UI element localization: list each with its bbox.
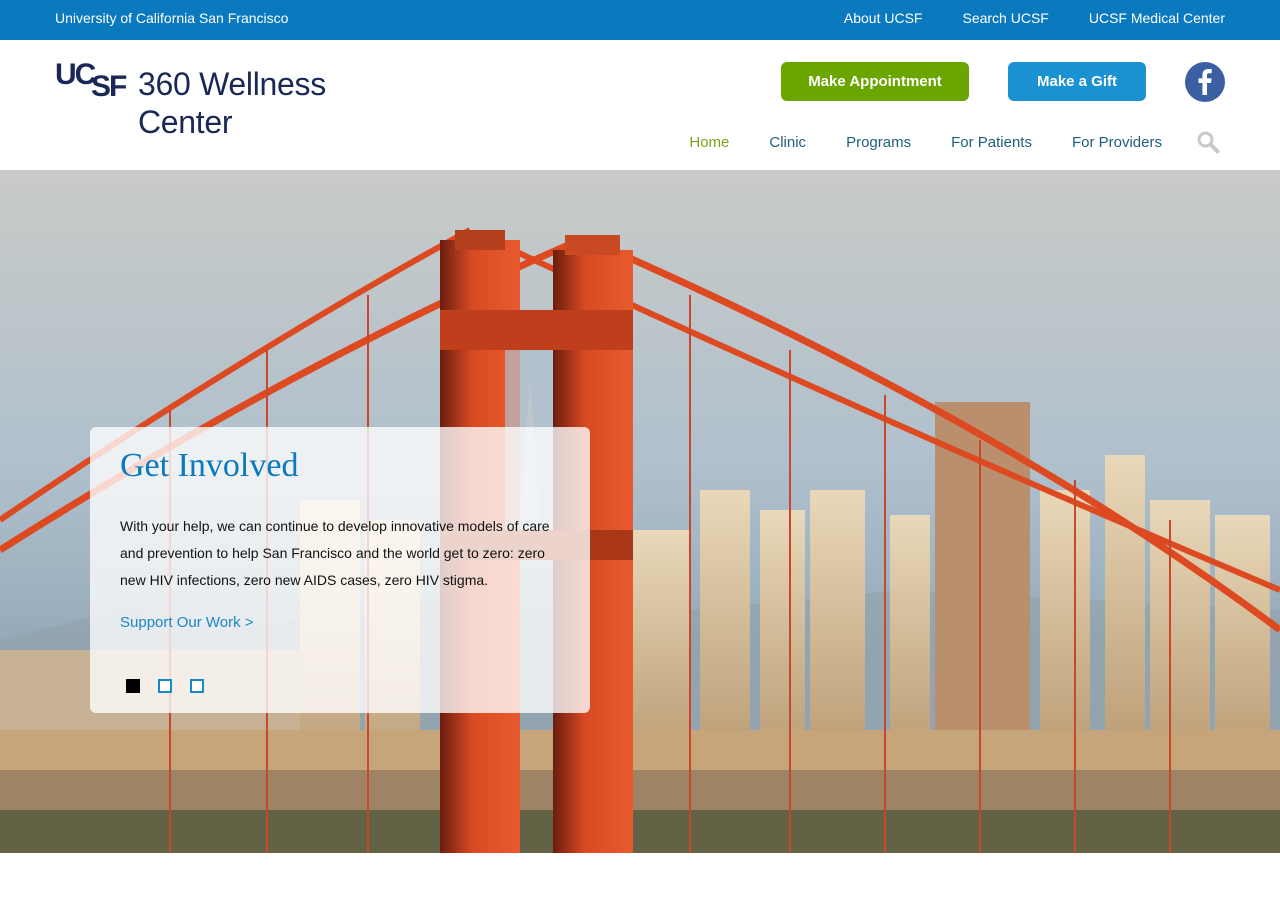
svg-text:UC: UC	[55, 58, 96, 91]
hero-callout: Get Involved With your help, we can cont…	[90, 427, 590, 713]
site-name-line2: Center	[138, 104, 233, 140]
svg-text:SF: SF	[91, 70, 127, 98]
slide-dot-2[interactable]	[158, 679, 172, 693]
slide-dot-3[interactable]	[190, 679, 204, 693]
support-our-work-link[interactable]: Support Our Work >	[120, 614, 254, 631]
university-link[interactable]: University of California San Francisco	[55, 10, 288, 26]
facebook-glyph	[1198, 69, 1212, 95]
site-name: 360 Wellness Center	[138, 65, 326, 141]
slide-dot-1[interactable]	[126, 679, 140, 693]
nav-home[interactable]: Home	[689, 134, 729, 151]
nav-clinic[interactable]: Clinic	[769, 134, 806, 151]
facebook-icon[interactable]	[1185, 62, 1225, 102]
utility-bar: University of California San Francisco A…	[0, 0, 1280, 40]
site-name-line1: 360 Wellness	[138, 66, 326, 102]
hero-title: Get Involved	[120, 447, 299, 484]
medical-center-link[interactable]: UCSF Medical Center	[1089, 10, 1225, 26]
main-nav: Home Clinic Programs For Patients For Pr…	[649, 130, 1220, 154]
make-appointment-button[interactable]: Make Appointment	[781, 62, 969, 101]
about-ucsf-link[interactable]: About UCSF	[844, 10, 923, 26]
ucsf-logo-mark: UC SF	[55, 58, 129, 98]
slider-pager	[126, 679, 204, 693]
site-logo[interactable]: UC SF 360 Wellness Center	[55, 58, 345, 148]
search-ucsf-link[interactable]: Search UCSF	[962, 10, 1048, 26]
hero-body: With your help, we can continue to devel…	[120, 518, 550, 588]
search-icon[interactable]	[1196, 130, 1220, 154]
nav-for-patients[interactable]: For Patients	[951, 134, 1032, 151]
nav-for-providers[interactable]: For Providers	[1072, 134, 1162, 151]
make-a-gift-button[interactable]: Make a Gift	[1008, 62, 1146, 101]
site-header: UC SF 360 Wellness Center Make Appointme…	[0, 40, 1280, 170]
utility-links: About UCSF Search UCSF UCSF Medical Cent…	[844, 10, 1225, 26]
hero-slider: Get Involved With your help, we can cont…	[0, 170, 1280, 853]
nav-programs[interactable]: Programs	[846, 134, 911, 151]
